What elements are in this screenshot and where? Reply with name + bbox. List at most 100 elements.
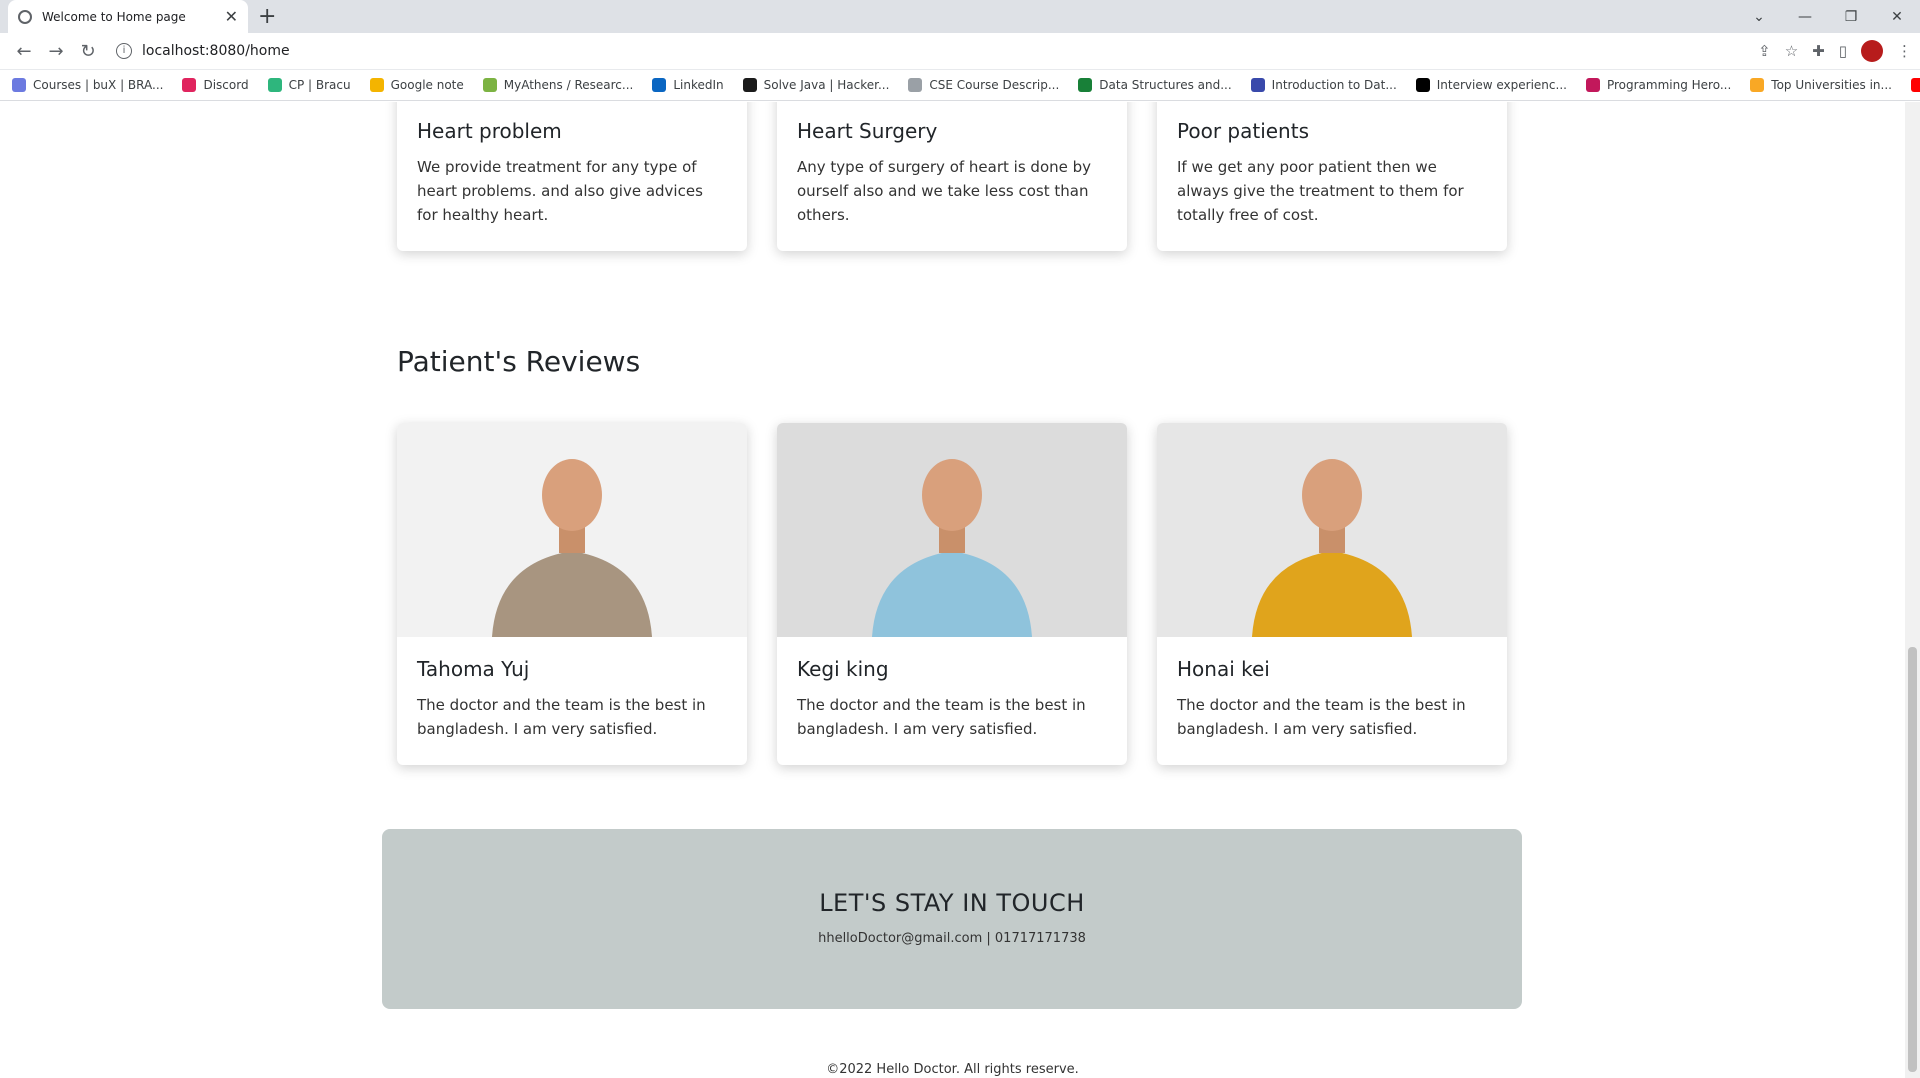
close-tab-icon[interactable]: ✕ [225,7,238,26]
close-window-button[interactable]: ✕ [1874,9,1920,25]
person-illustration [1252,459,1412,637]
bookmark-label: Google note [390,78,464,92]
restore-button[interactable]: ❐ [1828,9,1874,25]
menu-icon[interactable]: ⋮ [1897,42,1912,60]
bookmark-item[interactable]: LinkedIn [652,78,724,92]
reviewer-photo [777,423,1127,637]
bookmark-item[interactable]: Discord [182,78,249,92]
tab-title: Welcome to Home page [42,9,186,24]
window-controls: ⌄ — ❐ ✕ [1736,0,1920,33]
reviewer-photo [1157,423,1507,637]
service-card: Poor patients If we get any poor patient … [1157,102,1507,251]
bookmark-favicon-icon [369,78,384,92]
profile-avatar[interactable] [1861,40,1883,62]
contact-section: LET'S STAY IN TOUCH hhelloDoctor@gmail.c… [382,829,1522,1009]
bookmarks-bar: Courses | buX | BRA... Discord CP | Bracu G… [0,70,1920,101]
bookmark-favicon-icon [1750,78,1765,92]
bookmark-label: Top Universities in... [1771,78,1892,92]
bookmark-item[interactable]: Courses | buX | BRA... [12,78,163,92]
contact-heading: LET'S STAY IN TOUCH [819,889,1085,917]
bookmark-label: Discord [203,78,249,92]
page-scrollbar[interactable] [1905,102,1920,1078]
reviewer-name: Tahoma Yuj [417,657,530,681]
bookmark-item[interactable]: Data Structures and... [1078,78,1232,92]
bookmark-label: LinkedIn [673,78,724,92]
service-description: Any type of surgery of heart is done by … [797,158,1092,224]
bookmark-favicon-icon [1250,78,1265,92]
globe-icon [18,9,32,24]
review-text: The doctor and the team is the best in b… [1177,696,1466,738]
bookmark-item[interactable]: Solve Java | Hacker... [742,78,890,92]
review-card: Honai kei The doctor and the team is the … [1157,423,1507,765]
browser-toolbar: ← → ↻ i localhost:8080/home ⇪ ☆ ✚ ▯ ⋮ [0,33,1920,70]
bookmark-label: Interview experienc... [1436,78,1567,92]
service-card: Heart problem We provide treatment for an… [397,102,747,251]
service-title: Poor patients [1177,119,1309,143]
service-card: Heart Surgery Any type of surgery of hear… [777,102,1127,251]
contact-info: hhelloDoctor@gmail.com | 01717171738 [818,931,1086,946]
scrollbar-thumb[interactable] [1908,647,1917,1072]
bookmark-favicon-icon [1078,78,1093,92]
bookmark-item[interactable]: Top Universities in... [1750,78,1892,92]
new-tab-button[interactable]: + [258,4,276,29]
bookmark-favicon-icon [182,78,197,92]
bookmark-item[interactable]: Google note [369,78,464,92]
review-text: The doctor and the team is the best in b… [797,696,1086,738]
site-info-icon[interactable]: i [116,43,132,59]
extensions-icon[interactable]: ✚ [1812,42,1825,60]
side-panel-icon[interactable]: ▯ [1839,42,1847,60]
browser-tab[interactable]: Welcome to Home page ✕ [8,0,248,33]
minimize-button[interactable]: — [1782,9,1828,25]
bookmark-item[interactable]: MyAthens / Researc... [482,78,634,92]
bookmark-star-icon[interactable]: ☆ [1785,42,1798,60]
reload-icon[interactable]: ↻ [72,41,104,62]
services-row: Heart problem We provide treatment for an… [397,102,1507,251]
bookmark-favicon-icon [267,78,282,92]
bookmark-item[interactable]: Programming Hero... [1585,78,1732,92]
bookmark-favicon-icon [742,78,757,92]
bookmark-label: Introduction to Dat... [1271,78,1397,92]
bookmark-favicon-icon [12,78,26,92]
share-icon[interactable]: ⇪ [1758,42,1771,60]
bookmark-favicon-icon [1910,78,1920,92]
reviewer-name: Kegi king [797,657,889,681]
bookmark-favicon-icon [652,78,667,92]
bookmark-label: MyAthens / Researc... [503,78,634,92]
bookmark-label: Data Structures and... [1099,78,1232,92]
reviewer-photo [397,423,747,637]
address-bar[interactable]: i localhost:8080/home [116,37,1758,66]
reviewer-name: Honai kei [1177,657,1270,681]
page-viewport: Heart problem We provide treatment for an… [0,102,1905,1078]
review-text: The doctor and the team is the best in b… [417,696,706,738]
reviews-row: Tahoma Yuj The doctor and the team is the… [397,423,1507,765]
bookmark-label: Solve Java | Hacker... [763,78,890,92]
bookmark-label: Programming Hero... [1606,78,1732,92]
bookmark-label: CSE Course Descrip... [929,78,1060,92]
tab-search-icon[interactable]: ⌄ [1736,9,1782,25]
bookmark-item[interactable]: Interview experienc... [1415,78,1567,92]
url-text: localhost:8080/home [142,43,290,59]
toolbar-actions: ⇪ ☆ ✚ ▯ ⋮ [1758,40,1912,62]
bookmark-favicon-icon [482,78,497,92]
service-description: We provide treatment for any type of hea… [417,158,703,224]
review-card: Kegi king The doctor and the team is the … [777,423,1127,765]
bookmark-item[interactable]: Introduction to Dat... [1250,78,1397,92]
bookmark-favicon-icon [1415,78,1430,92]
bookmark-item[interactable]: CSE Course Descrip... [908,78,1059,92]
bookmark-favicon-icon [1585,78,1600,92]
bookmark-label: Courses | buX | BRA... [33,78,164,92]
service-title: Heart problem [417,119,562,143]
reviews-heading: Patient's Reviews [397,345,641,378]
bookmark-favicon-icon [908,78,923,92]
back-icon[interactable]: ← [8,41,40,62]
forward-icon[interactable]: → [40,41,72,62]
review-card: Tahoma Yuj The doctor and the team is the… [397,423,747,765]
service-title: Heart Surgery [797,119,938,143]
bookmark-item[interactable]: CSE330 playlist - Is... [1910,78,1920,92]
person-illustration [492,459,652,637]
bookmark-label: CP | Bracu [288,78,351,92]
tab-strip: Welcome to Home page ✕ + ⌄ — ❐ ✕ [0,0,1920,33]
service-description: If we get any poor patient then we alway… [1177,158,1464,224]
bookmark-item[interactable]: CP | Bracu [267,78,351,92]
footer-copyright: ©2022 Hello Doctor. All rights reserve. [826,1062,1079,1077]
